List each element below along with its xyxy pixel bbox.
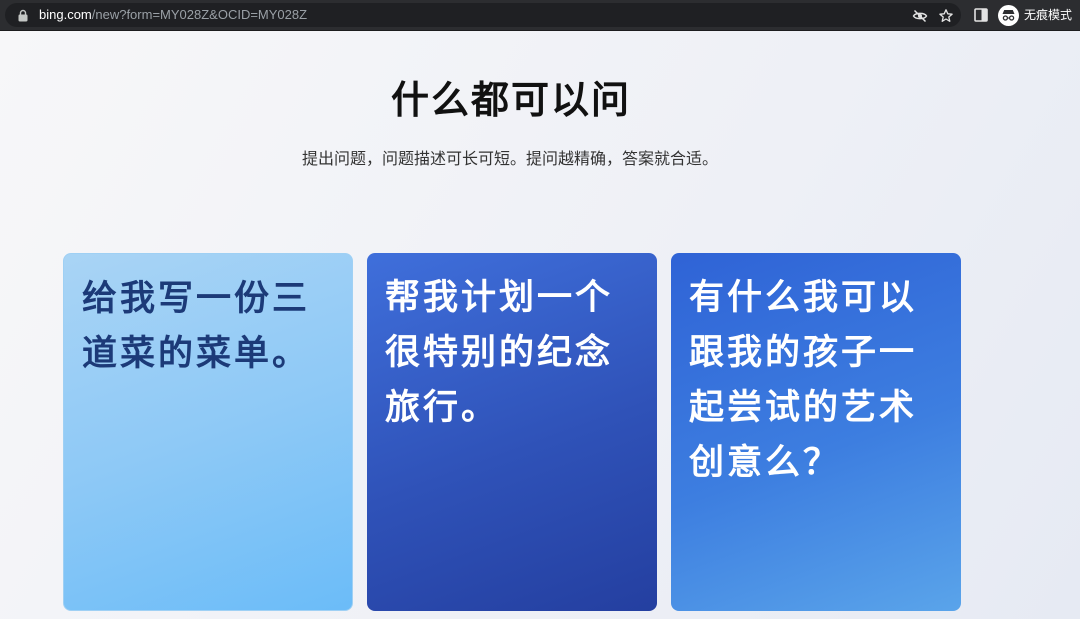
incognito-label[interactable]: 无痕模式 (1024, 8, 1072, 23)
prompt-card-trip[interactable]: 帮我计划一个很特别的纪念旅行。 (367, 253, 657, 611)
page-title: 什么都可以问 (390, 78, 631, 122)
incognito-icon[interactable] (998, 5, 1019, 26)
url-host: bing.com (39, 7, 92, 22)
prompt-card-text: 帮我计划一个很特别的纪念旅行。 (385, 278, 614, 428)
prompt-card-art[interactable]: 有什么我可以跟我的孩子一起尝试的艺术创意么？ (671, 253, 961, 611)
prompt-card-text: 有什么我可以跟我的孩子一起尝试的艺术创意么？ (689, 278, 918, 483)
page-subtitle: 提出问题，问题描述可长可短。提问越精确，答案就合适。 (301, 149, 718, 168)
lock-icon[interactable] (17, 9, 29, 22)
url-path: /new?form=MY028Z&OCID=MY028Z (91, 7, 308, 22)
address-bar[interactable]: bing.com/new?form=MY028Z&OCID=MY028Z (5, 3, 961, 27)
side-panel-icon[interactable] (974, 8, 988, 22)
prompt-card-text: 给我写一份三道菜的菜单。 (82, 279, 311, 374)
eye-off-icon[interactable] (912, 8, 928, 24)
star-icon[interactable] (938, 8, 954, 24)
url-text[interactable]: bing.com/new?form=MY028Z&OCID=MY028Z (39, 7, 307, 23)
prompt-card-menu[interactable]: 给我写一份三道菜的菜单。 (63, 253, 353, 611)
bing-new-page: 什么都可以问 提出问题，问题描述可长可短。提问越精确，答案就合适。 给我写一份三… (0, 31, 1080, 619)
browser-toolbar: bing.com/new?form=MY028Z&OCID=MY028Z 无痕模… (0, 0, 1080, 31)
